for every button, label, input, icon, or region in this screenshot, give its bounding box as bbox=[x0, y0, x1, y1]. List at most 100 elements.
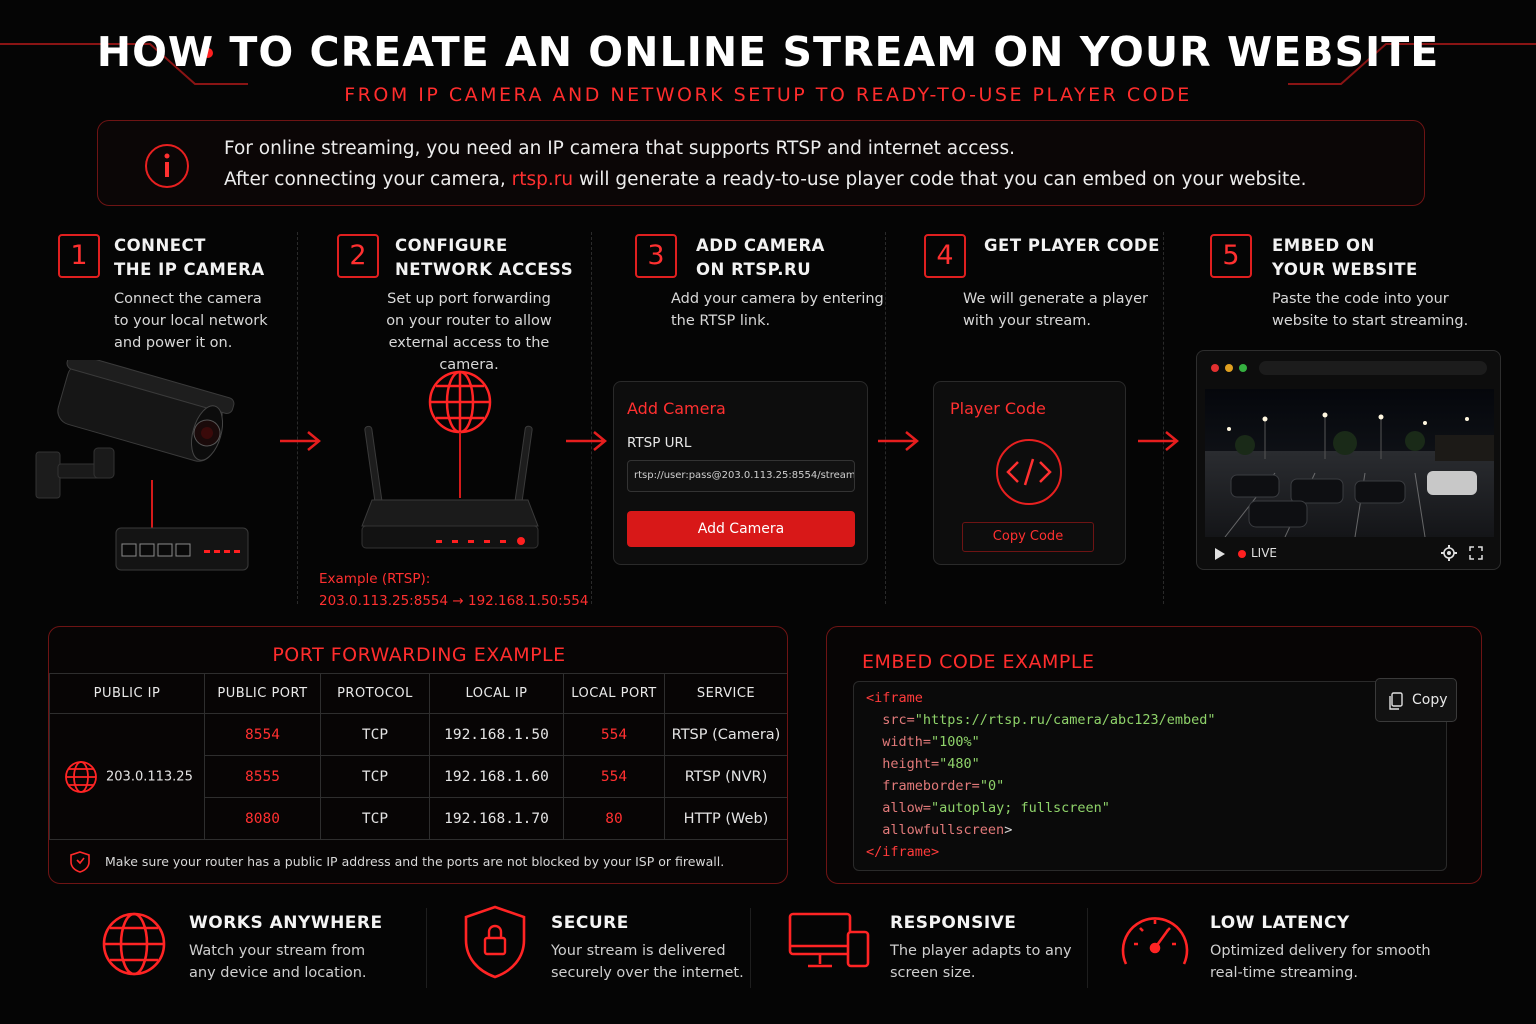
arrow-right-icon bbox=[280, 431, 321, 451]
step-2-title: CONFIGURE NETWORK ACCESS bbox=[395, 236, 574, 279]
feature-desc: Your stream is delivered securely over th… bbox=[551, 943, 744, 981]
step-4-desc: We will generate a player with your strea… bbox=[963, 291, 1148, 329]
step-4-title: GET PLAYER CODE bbox=[984, 236, 1160, 255]
step-separator bbox=[297, 232, 298, 604]
port-forwarding-panel: PORT FORWARDING EXAMPLE PUBLIC IP PUBLIC… bbox=[48, 626, 788, 884]
step-separator bbox=[885, 232, 886, 604]
local-ip-cell: 192.168.1.50 bbox=[429, 713, 564, 756]
col-local-port: LOCAL PORT bbox=[563, 673, 665, 714]
globe-icon bbox=[102, 912, 166, 976]
step-5-desc: Paste the code into your website to start… bbox=[1272, 291, 1469, 329]
feature-title: WORKS ANYWHERE bbox=[189, 913, 383, 933]
table-header-row: PUBLIC IP PUBLIC PORT PROTOCOL LOCAL IP … bbox=[49, 673, 787, 714]
add-camera-button[interactable]: Add Camera bbox=[627, 511, 855, 547]
add-camera-card-title: Add Camera bbox=[627, 399, 726, 418]
step-1-desc: Connect the camera to your local network a… bbox=[114, 291, 268, 351]
public-port-cell: 8080 bbox=[204, 797, 321, 840]
rtsp-url-label: RTSP URL bbox=[627, 435, 692, 451]
step-separator bbox=[1163, 232, 1164, 604]
fullscreen-icon[interactable] bbox=[1469, 546, 1483, 560]
col-protocol: PROTOCOL bbox=[320, 673, 430, 714]
port-forwarding-title: PORT FORWARDING EXAMPLE bbox=[272, 644, 566, 666]
feature-title: RESPONSIVE bbox=[890, 913, 1017, 933]
copy-code-button[interactable]: Copy Code bbox=[962, 522, 1094, 552]
local-ip-cell: 192.168.1.60 bbox=[429, 755, 564, 798]
protocol-cell: TCP bbox=[320, 713, 430, 756]
col-local-ip: LOCAL IP bbox=[429, 673, 564, 714]
embed-code-block[interactable]: <iframe src="https://rtsp.ru/camera/abc1… bbox=[853, 681, 1447, 871]
local-ip-cell: 192.168.1.70 bbox=[429, 797, 564, 840]
feature-separator bbox=[750, 908, 751, 988]
service-cell: HTTP (Web) bbox=[664, 797, 787, 840]
col-public-ip: PUBLIC IP bbox=[49, 673, 205, 714]
step-2-desc: Set up port forwarding on your router to … bbox=[386, 291, 552, 373]
play-icon[interactable] bbox=[1213, 547, 1227, 561]
step-3-desc: Add your camera by entering the RTSP link… bbox=[671, 291, 884, 329]
router-illustration bbox=[361, 370, 539, 549]
public-port-cell: 8555 bbox=[204, 755, 321, 798]
step-5-title: EMBED ON YOUR WEBSITE bbox=[1272, 236, 1418, 279]
page-subtitle: FROM IP CAMERA AND NETWORK SETUP TO READ… bbox=[344, 84, 1192, 106]
local-port-cell: 554 bbox=[563, 755, 665, 798]
step-4-number: 4 bbox=[924, 234, 966, 278]
col-service: SERVICE bbox=[664, 673, 787, 714]
shield-warning-icon bbox=[70, 851, 90, 873]
globe-icon bbox=[65, 760, 97, 793]
info-line-2: After connecting your camera, rtsp.ru wi… bbox=[224, 169, 1307, 190]
globe-icon bbox=[428, 370, 492, 434]
feature-desc: Watch your stream from any device and loc… bbox=[189, 943, 367, 981]
feature-desc: Optimized delivery for smooth real-time s… bbox=[1210, 943, 1431, 981]
player-code-card-title: Player Code bbox=[950, 399, 1046, 418]
step-3-title: ADD CAMERA ON RTSP.RU bbox=[696, 236, 825, 279]
browser-titlebar bbox=[1211, 361, 1487, 375]
rtsp-link[interactable]: rtsp.ru bbox=[512, 169, 573, 190]
public-ip-cell: 203.0.113.25 bbox=[49, 713, 205, 840]
speedometer-icon bbox=[1121, 917, 1189, 965]
rtsp-example: Example (RTSP): 203.0.113.25:8554 → 192.1… bbox=[319, 571, 589, 609]
protocol-cell: TCP bbox=[320, 797, 430, 840]
arrow-right-icon bbox=[878, 431, 919, 451]
copy-button-label: Copy bbox=[1412, 692, 1448, 708]
arrow-right-icon bbox=[566, 431, 607, 451]
embed-code-panel: EMBED CODE EXAMPLE <iframe src="https://… bbox=[826, 626, 1482, 884]
devices-icon bbox=[788, 912, 870, 968]
info-banner: For online streaming, you need an IP cam… bbox=[97, 120, 1425, 206]
step-5-number: 5 bbox=[1210, 234, 1252, 278]
copy-button[interactable]: Copy bbox=[1375, 678, 1457, 722]
player-code-card: Player Code Copy Code bbox=[933, 381, 1126, 565]
live-dot-icon bbox=[1238, 550, 1246, 558]
local-port-cell: 80 bbox=[563, 797, 665, 840]
embed-code-title: EMBED CODE EXAMPLE bbox=[862, 651, 1095, 673]
step-2-number: 2 bbox=[337, 234, 379, 278]
feature-separator bbox=[426, 908, 427, 988]
service-cell: RTSP (NVR) bbox=[664, 755, 787, 798]
info-line-2-start: After connecting your camera, bbox=[224, 169, 512, 190]
table-row: 203.0.113.25 8554 TCP 192.168.1.50 554 R… bbox=[49, 713, 787, 840]
public-ip-value: 203.0.113.25 bbox=[106, 769, 193, 784]
info-line-1: For online streaming, you need an IP cam… bbox=[224, 138, 1015, 159]
port-forwarding-table: PUBLIC IP PUBLIC PORT PROTOCOL LOCAL IP … bbox=[49, 673, 787, 840]
page-title: HOW TO CREATE AN ONLINE STREAM ON YOUR W… bbox=[96, 28, 1440, 76]
col-public-port: PUBLIC PORT bbox=[204, 673, 321, 714]
feature-desc: The player adapts to any screen size. bbox=[890, 943, 1072, 981]
info-line-2-end: will generate a ready-to-use player code… bbox=[573, 169, 1307, 190]
shield-lock-icon bbox=[464, 905, 526, 979]
protocol-cell: TCP bbox=[320, 755, 430, 798]
gear-icon[interactable] bbox=[1441, 545, 1457, 561]
copy-icon bbox=[1389, 692, 1403, 710]
local-port-cell: 554 bbox=[563, 713, 665, 756]
rtsp-url-input[interactable]: rtsp://user:pass@203.0.113.25:8554/strea… bbox=[627, 460, 855, 492]
service-cell: RTSP (Camera) bbox=[664, 713, 787, 756]
step-separator bbox=[591, 232, 592, 604]
browser-window: LIVE bbox=[1196, 350, 1501, 570]
info-icon bbox=[145, 144, 189, 188]
public-port-cell: 8554 bbox=[204, 713, 321, 756]
arrow-right-icon bbox=[1138, 431, 1179, 451]
step-1-title: CONNECT THE IP CAMERA bbox=[114, 236, 265, 279]
feature-title: SECURE bbox=[551, 913, 629, 933]
step-1-number: 1 bbox=[58, 234, 100, 278]
feature-title: LOW LATENCY bbox=[1210, 913, 1350, 933]
port-forwarding-note: Make sure your router has a public IP ad… bbox=[105, 854, 725, 869]
add-camera-card: Add Camera RTSP URL rtsp://user:pass@203… bbox=[613, 381, 868, 565]
code-brackets-icon bbox=[996, 439, 1062, 505]
